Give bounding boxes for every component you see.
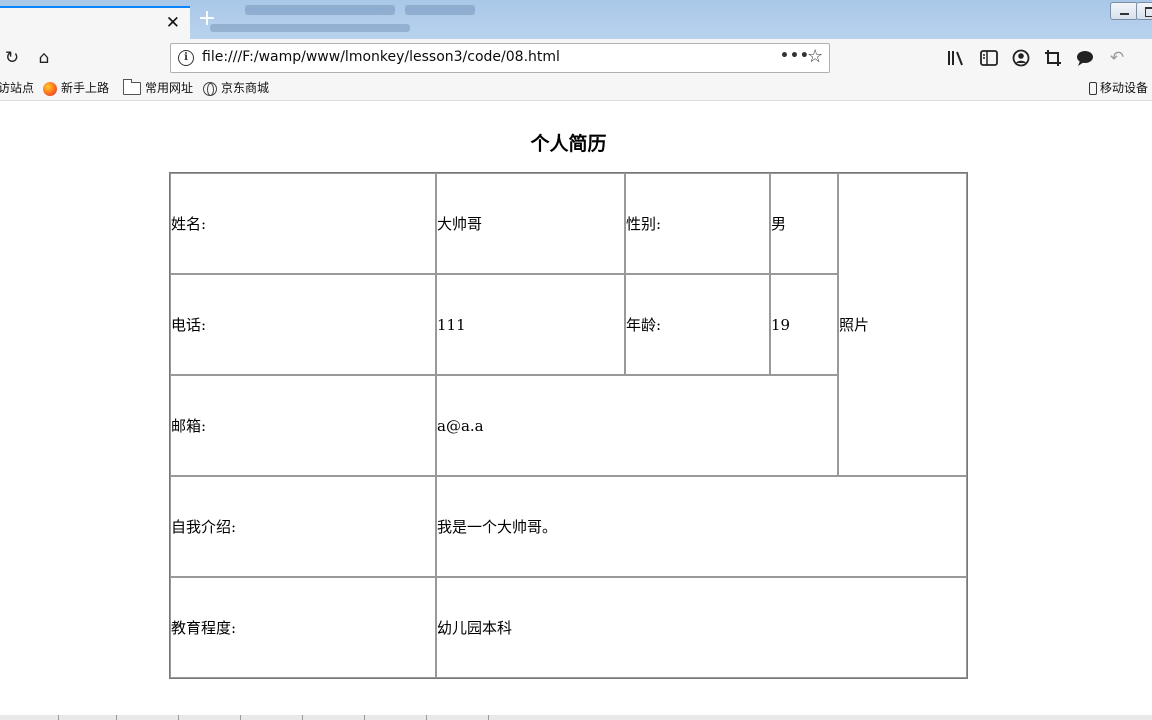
page-content: 个人简历 姓名: 大帅哥 性别: 男 照片 电话: 111 年龄: 19 邮箱:… bbox=[0, 101, 1152, 715]
home-icon[interactable]: ⌂ bbox=[34, 48, 54, 68]
phone-value-cell: 111 bbox=[436, 274, 625, 375]
email-value-cell: a@a.a bbox=[436, 375, 838, 476]
firefox-icon bbox=[43, 81, 57, 96]
minimize-window-button[interactable] bbox=[1110, 2, 1138, 20]
bookmark-item[interactable]: 京东商城 bbox=[203, 80, 269, 97]
navigation-toolbar: ↻ ⌂ i file:///F:/wamp/www/lmonkey/lesson… bbox=[0, 39, 1152, 77]
taskbar-edge bbox=[0, 715, 1152, 720]
page-actions-menu-icon[interactable]: ••• bbox=[780, 48, 810, 64]
mobile-bookmarks[interactable]: 移动设备 bbox=[1089, 80, 1148, 97]
education-label-cell: 教育程度: bbox=[170, 577, 436, 678]
blurred-title-text bbox=[245, 5, 395, 15]
taskbar-item bbox=[244, 715, 303, 720]
blurred-title-text bbox=[210, 24, 410, 32]
bookmark-item[interactable]: 常用网址 bbox=[123, 79, 194, 97]
bookmark-item[interactable]: 新手上路 bbox=[43, 80, 109, 97]
mobile-bookmarks-label: 移动设备 bbox=[1100, 81, 1149, 95]
sidebar-icon[interactable] bbox=[980, 50, 998, 66]
bookmark-item[interactable]: 访站点 bbox=[0, 80, 34, 97]
age-value-cell: 19 bbox=[770, 274, 838, 375]
table-row: 姓名: 大帅哥 性别: 男 照片 bbox=[170, 173, 967, 476]
name-value-cell: 大帅哥 bbox=[436, 173, 625, 274]
maximize-window-button[interactable] bbox=[1136, 2, 1152, 20]
table-row: 自我介绍: 我是一个大帅哥。 bbox=[170, 476, 967, 577]
title-bar: ✕ + bbox=[0, 0, 1152, 39]
taskbar-item bbox=[182, 715, 241, 720]
taskbar-item bbox=[0, 715, 59, 720]
globe-icon bbox=[203, 81, 217, 96]
taskbar-item bbox=[430, 715, 489, 720]
age-label-cell: 年龄: bbox=[625, 274, 770, 375]
url-bar[interactable]: i file:///F:/wamp/www/lmonkey/lesson3/co… bbox=[170, 43, 830, 73]
resume-table: 姓名: 大帅哥 性别: 男 照片 电话: 111 年龄: 19 邮箱: a@a.… bbox=[169, 172, 968, 679]
browser-tab-active[interactable]: ✕ bbox=[0, 6, 190, 39]
bookmark-label: 常用网址 bbox=[145, 81, 194, 95]
bookmark-star-icon[interactable]: ☆ bbox=[807, 46, 823, 67]
email-label-cell: 邮箱: bbox=[170, 375, 436, 476]
page-title: 个人简历 bbox=[530, 133, 607, 155]
blurred-title-text bbox=[405, 5, 475, 15]
new-tab-button[interactable]: + bbox=[196, 8, 218, 30]
gender-label-cell: 性别: bbox=[625, 173, 770, 274]
bookmarks-toolbar: 访站点 新手上路 常用网址 京东商城 移动设备 bbox=[0, 77, 1152, 101]
gender-value-cell: 男 bbox=[770, 173, 838, 274]
undo-icon[interactable]: ↶ bbox=[1107, 48, 1127, 68]
bookmark-label: 访站点 bbox=[0, 81, 35, 95]
close-tab-icon[interactable]: ✕ bbox=[166, 13, 180, 33]
name-label-cell: 姓名: bbox=[170, 173, 436, 274]
table-row: 教育程度: 幼儿园本科 bbox=[170, 577, 967, 678]
taskbar-item bbox=[306, 715, 365, 720]
reload-icon[interactable]: ↻ bbox=[2, 48, 22, 68]
library-icon[interactable] bbox=[947, 50, 965, 66]
photo-cell: 照片 bbox=[838, 173, 967, 476]
intro-label-cell: 自我介绍: bbox=[170, 476, 436, 577]
bookmark-label: 京东商城 bbox=[221, 81, 270, 95]
mobile-device-icon bbox=[1089, 82, 1097, 95]
taskbar-item bbox=[120, 715, 179, 720]
education-value-cell: 幼儿园本科 bbox=[436, 577, 967, 678]
taskbar-item bbox=[368, 715, 427, 720]
screenshot-crop-icon[interactable] bbox=[1044, 49, 1062, 67]
chat-bubble-icon[interactable] bbox=[1076, 49, 1094, 67]
intro-value-cell: 我是一个大帅哥。 bbox=[436, 476, 967, 577]
bookmark-label: 新手上路 bbox=[61, 81, 110, 95]
taskbar-item bbox=[58, 715, 117, 720]
folder-icon bbox=[123, 79, 141, 95]
account-icon[interactable] bbox=[1012, 49, 1030, 67]
phone-label-cell: 电话: bbox=[170, 274, 436, 375]
site-info-icon[interactable]: i bbox=[178, 50, 194, 66]
url-text[interactable]: file:///F:/wamp/www/lmonkey/lesson3/code… bbox=[202, 49, 560, 65]
